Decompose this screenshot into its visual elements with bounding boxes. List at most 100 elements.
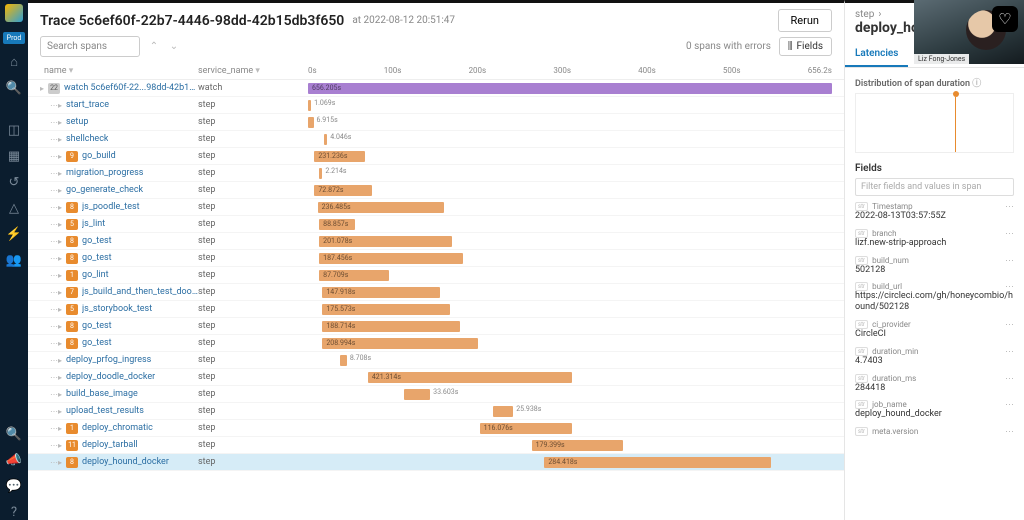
tree-toggle-icon[interactable]: ⋯▸ [40,322,62,331]
span-name-cell[interactable]: ⋯▸shellcheck [40,134,198,144]
span-name-cell[interactable]: ⋯▸8go_test [40,236,198,247]
tree-toggle-icon[interactable]: ⋯▸ [40,220,62,229]
span-name-cell[interactable]: ⋯▸deploy_doodle_docker [40,372,198,382]
span-bar[interactable]: 179.399s [532,440,624,451]
tree-toggle-icon[interactable]: ⋯▸ [40,271,62,280]
field-item[interactable]: strmeta.version⋯ [855,427,1014,436]
span-row[interactable]: ⋯▸8js_poodle_teststep236.485s [28,199,844,216]
span-name-cell[interactable]: ⋯▸7js_build_and_then_test_doodle [40,287,198,298]
span-row[interactable]: ⋯▸5js_storybook_teststep175.573s [28,301,844,318]
span-bar[interactable]: 201.078s [319,236,452,247]
tree-toggle-icon[interactable]: ⋯▸ [40,356,62,365]
span-row[interactable]: ⋯▸shellcheckstep4.046s [28,131,844,148]
span-bar[interactable]: 88.857s [319,219,355,230]
field-item[interactable]: strci_providerCircleCI⋯ [855,320,1014,340]
column-name[interactable]: name ▾ [40,63,198,79]
history-icon[interactable]: ↺ [6,174,22,190]
span-row[interactable]: ⋯▸1deploy_chromaticstep116.076s [28,420,844,437]
field-item[interactable]: strbuild_urlhttps://circleci.com/gh/hone… [855,282,1014,313]
fields-toggle-button[interactable]: ⫼ Fields [779,37,832,56]
span-bar[interactable]: 284.418s [544,457,771,468]
span-row[interactable]: ⋯▸8go_teststep208.994s [28,335,844,352]
tree-toggle-icon[interactable]: ⋯▸ [40,203,62,212]
span-name-cell[interactable]: ⋯▸upload_test_results [40,406,198,416]
info-icon[interactable]: ⓘ [972,79,981,89]
span-bar[interactable] [493,406,513,417]
bell-icon[interactable]: △ [6,200,22,216]
field-item[interactable]: strbranchlizf.new-strip-approach⋯ [855,229,1014,249]
span-bar[interactable]: 188.714s [322,321,459,332]
span-row[interactable]: ⋯▸build_base_imagestep33.603s [28,386,844,403]
field-item[interactable]: strduration_ms284418⋯ [855,374,1014,394]
search-bottom-icon[interactable]: 🔍 [6,426,22,442]
cube-icon[interactable]: ◫ [6,122,22,138]
logo-icon[interactable] [5,4,23,22]
span-bar[interactable]: 656.205s [308,83,832,94]
span-row[interactable]: ⋯▸11deploy_tarballstep179.399s [28,437,844,454]
field-more-icon[interactable]: ⋯ [1005,347,1014,357]
tree-toggle-icon[interactable]: ⋯▸ [40,254,62,263]
tab-latencies[interactable]: Latencies [845,42,908,67]
span-name-cell[interactable]: ⋯▸5js_lint [40,219,198,230]
span-row[interactable]: ⋯▸go_generate_checkstep72.872s [28,182,844,199]
span-bar[interactable] [324,134,327,145]
span-name-cell[interactable]: ⋯▸9go_build [40,151,198,162]
span-bar[interactable]: 116.076s [480,423,573,434]
search-nav-icon[interactable]: 🔍 [6,80,22,96]
field-item[interactable]: strduration_min4.7403⋯ [855,347,1014,367]
tree-toggle-icon[interactable]: ⋯▸ [40,390,62,399]
field-more-icon[interactable]: ⋯ [1005,427,1014,437]
tree-toggle-icon[interactable]: ⋯▸ [40,152,62,161]
span-bar[interactable]: 175.573s [322,304,450,315]
grid-icon[interactable]: ▦ [6,148,22,164]
tree-toggle-icon[interactable]: ⋯▸ [40,186,62,195]
tree-toggle-icon[interactable]: ⋯▸ [40,305,62,314]
megaphone-icon[interactable]: 📣 [6,452,22,468]
span-bar[interactable] [308,100,311,111]
span-name-cell[interactable]: ⋯▸setup [40,117,198,127]
fields-filter-input[interactable]: Filter fields and values in span [855,178,1014,196]
span-bar[interactable]: 231.236s [314,151,365,162]
tree-toggle-icon[interactable]: ⋯▸ [40,373,62,382]
span-bar[interactable] [308,117,314,128]
span-row[interactable]: ⋯▸8go_teststep188.714s [28,318,844,335]
expand-down-icon[interactable]: ⌄ [168,41,180,52]
span-row[interactable]: ⋯▸deploy_doodle_dockerstep421.314s [28,369,844,386]
span-row[interactable]: ⋯▸deploy_prfog_ingressstep8.708s [28,352,844,369]
span-name-cell[interactable]: ▸22watch 5c6ef60f-22...98dd-42b15db3f650 [40,83,198,94]
span-name-cell[interactable]: ⋯▸11deploy_tarball [40,440,198,451]
span-bar[interactable]: 147.918s [322,287,439,298]
tree-toggle-icon[interactable]: ⋯▸ [40,424,62,433]
distribution-chart[interactable] [855,93,1014,153]
span-row[interactable]: •••⋯▸8deploy_hound_dockerstep284.418s [28,454,844,471]
span-row[interactable]: ⋯▸1go_lintstep87.709s [28,267,844,284]
span-row[interactable]: ⋯▸start_tracestep1.069s [28,97,844,114]
field-item[interactable]: strjob_namedeploy_hound_docker⋯ [855,400,1014,420]
field-more-icon[interactable]: ⋯ [1005,400,1014,410]
tree-toggle-icon[interactable]: ⋯▸ [40,237,62,246]
span-row[interactable]: ⋯▸9go_buildstep231.236s [28,148,844,165]
span-bar[interactable]: 208.994s [322,338,478,349]
span-name-cell[interactable]: ⋯▸start_trace [40,100,198,110]
span-bar[interactable]: 87.709s [319,270,388,281]
field-item[interactable]: strTimestamp2022-08-13T03:57:55Z⋯ [855,202,1014,222]
tree-toggle-icon[interactable]: ⋯▸ [40,407,62,416]
span-row[interactable]: ▸22watch 5c6ef60f-22...98dd-42b15db3f650… [28,80,844,97]
tree-toggle-icon[interactable]: ⋯▸ [40,135,62,144]
field-more-icon[interactable]: ⋯ [1005,202,1014,212]
heart-icon[interactable]: ♡ [992,6,1018,32]
tree-toggle-icon[interactable]: ⋯▸ [40,118,62,127]
field-item[interactable]: strbuild_num502128⋯ [855,256,1014,276]
span-bar[interactable]: 187.456s [319,253,463,264]
span-name-cell[interactable]: ⋯▸deploy_prfog_ingress [40,355,198,365]
bolt-icon[interactable]: ⚡ [6,226,22,242]
tree-toggle-icon[interactable]: ⋯▸ [40,458,62,467]
search-input[interactable]: Search spans [40,36,140,57]
tree-toggle-icon[interactable]: ⋯▸ [40,101,62,110]
field-more-icon[interactable]: ⋯ [1005,320,1014,330]
span-name-cell[interactable]: ⋯▸8go_test [40,321,198,332]
span-row[interactable]: ⋯▸setupstep6.915s [28,114,844,131]
span-name-cell[interactable]: ⋯▸1deploy_chromatic [40,423,198,434]
chat-icon[interactable]: 💬 [6,478,22,494]
span-name-cell[interactable]: ⋯▸build_base_image [40,389,198,399]
